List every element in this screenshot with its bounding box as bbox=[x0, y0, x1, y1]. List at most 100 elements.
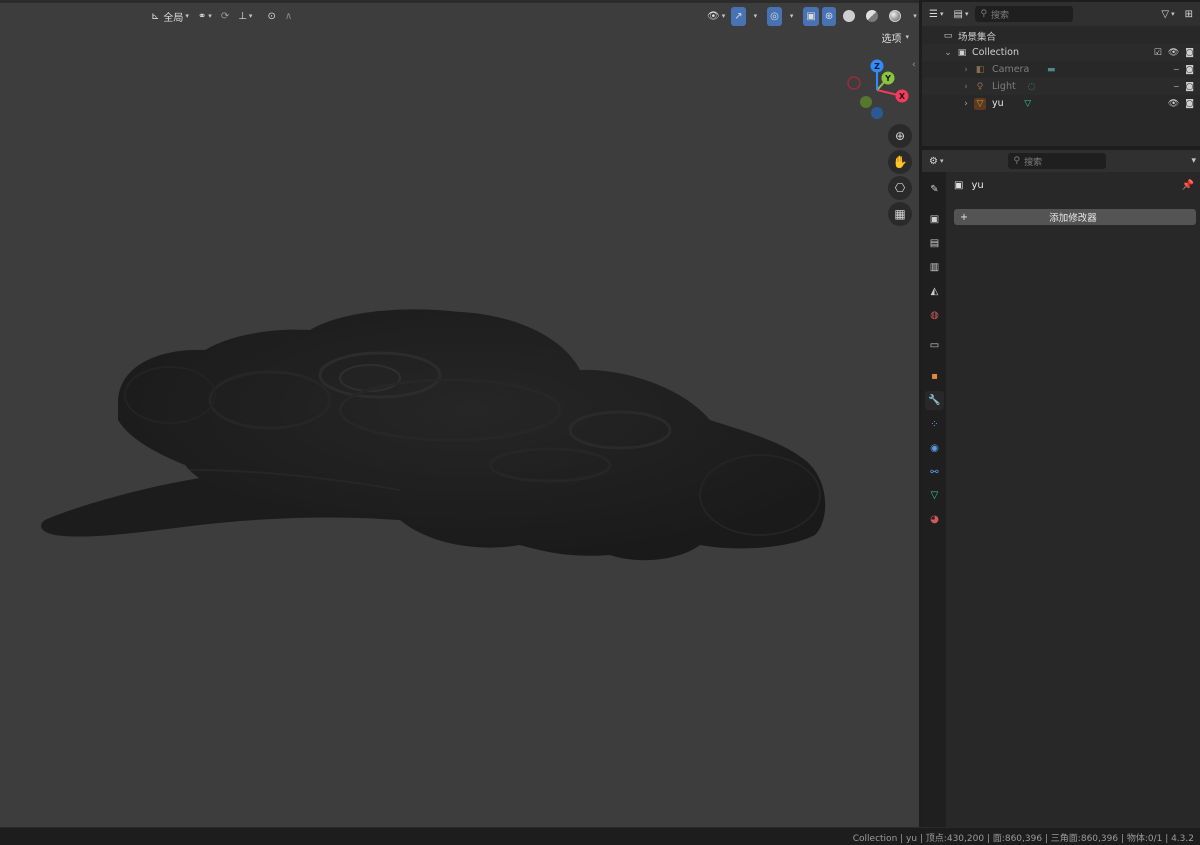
object-name-row: ▣ yu bbox=[954, 180, 984, 191]
object-square-icon: ▣ bbox=[954, 180, 964, 191]
checkbox-icon[interactable]: ☑ bbox=[1154, 48, 1162, 58]
chevron-right-icon[interactable]: › bbox=[960, 81, 972, 93]
blender-window: ⊾ 全局 ▾ ⚭ ▾ ⟳ ⊥ ▾ ⊙ ∧ 👁 ▾ ↗ ▾ ◎ ▾ ▣ ⊕ ▾ 选… bbox=[0, 0, 1200, 845]
tree-row-camera[interactable]: › ◧ Camera ▬ ⌣ ◙ bbox=[922, 61, 1200, 78]
properties-search-input[interactable]: ⚲ 搜索 bbox=[1008, 153, 1107, 169]
outliner-icon: ☰ bbox=[929, 8, 938, 20]
overlays-toggle[interactable]: ◎ bbox=[767, 6, 782, 26]
proportional-icon: ⊙ bbox=[267, 10, 276, 22]
scene-collection-label: 场景集合 bbox=[958, 31, 997, 43]
display-mode-dropdown[interactable]: ▤ ▾ bbox=[950, 5, 971, 24]
collection-toggles: ☑ 👁 ◙ bbox=[1154, 48, 1194, 58]
new-collection-button[interactable]: ⊞ bbox=[1182, 5, 1196, 24]
overlays-dropdown[interactable]: ▾ bbox=[785, 7, 797, 26]
chevron-down-icon[interactable]: ⌄ bbox=[942, 47, 954, 59]
outliner-search-input[interactable]: ⚲ 搜索 bbox=[975, 6, 1074, 22]
tree-row-scene-collection[interactable]: ▭ 场景集合 bbox=[922, 27, 1200, 44]
search-placeholder: 搜索 bbox=[1024, 157, 1043, 168]
plus-icon: + bbox=[960, 211, 968, 223]
collection-icon[interactable]: ▭ bbox=[925, 336, 944, 355]
shading-material-button[interactable] bbox=[862, 7, 882, 26]
render-camera-icon[interactable]: ◙ bbox=[1185, 65, 1194, 75]
neg-y-axis-icon[interactable] bbox=[860, 96, 872, 108]
particles-icon[interactable]: ⁘ bbox=[925, 415, 944, 434]
options-dropdown[interactable]: 选项 ▾ bbox=[877, 28, 913, 46]
pivot-point-dropdown[interactable]: ⚭ ▾ bbox=[195, 7, 215, 26]
chevron-down-icon[interactable]: ▾ bbox=[1191, 156, 1196, 166]
editor-type-dropdown[interactable]: ☰ ▾ bbox=[926, 5, 946, 24]
tool-icon[interactable]: ✎ bbox=[925, 180, 944, 199]
chevron-down-icon: ▾ bbox=[185, 12, 189, 20]
gizmo-toggle[interactable]: ↗ bbox=[731, 6, 746, 26]
editor-type-dropdown[interactable]: ⚙ ▾ bbox=[926, 152, 946, 171]
neg-x-axis-icon[interactable] bbox=[847, 76, 861, 90]
navigation-gizmo[interactable]: X Y Z bbox=[840, 56, 916, 126]
hidden-eye-icon[interactable]: ⌣ bbox=[1173, 82, 1179, 92]
status-bar: Collection | yu | 顶点:430,200 | 面:860,396… bbox=[0, 827, 1200, 845]
add-modifier-label: 添加修改器 bbox=[1049, 213, 1097, 224]
mesh-object-icon: ▽ bbox=[974, 97, 986, 110]
zoom-button[interactable]: ⊕ bbox=[888, 124, 912, 148]
shading-wireframe-button[interactable]: ⊕ bbox=[821, 6, 837, 26]
light-icon: ♀ bbox=[976, 81, 984, 92]
snap-target-dropdown[interactable]: ⊥ ▾ bbox=[235, 7, 255, 26]
tree-row-yu[interactable]: › ▽ yu ▽ 👁 ◙ bbox=[922, 95, 1200, 112]
xray-toggle[interactable]: ▣ bbox=[803, 6, 819, 26]
tree-row-collection[interactable]: ⌄ ▣ Collection ☑ 👁 ◙ bbox=[922, 44, 1200, 61]
eye-icon[interactable]: 👁 bbox=[1168, 99, 1179, 109]
neg-z-axis-icon[interactable] bbox=[871, 107, 883, 119]
shading-dropdown[interactable]: ▾ bbox=[908, 7, 919, 26]
hand-icon: ✋ bbox=[892, 155, 908, 169]
physics-icon[interactable]: ◉ bbox=[925, 439, 944, 458]
add-modifier-button[interactable]: + 添加修改器 bbox=[954, 209, 1196, 225]
chevron-down-icon: ▾ bbox=[753, 12, 758, 20]
data-icon[interactable]: ▽ bbox=[925, 486, 944, 505]
filter-dropdown[interactable]: ▽ ▾ bbox=[1158, 5, 1177, 24]
render-camera-icon[interactable]: ◙ bbox=[1185, 82, 1194, 92]
proportional-editing-toggle[interactable]: ⊙ bbox=[264, 7, 278, 26]
object-name: yu bbox=[971, 180, 984, 191]
properties-panel: ⚙ ▾ ⚲ 搜索 ▾ ✎ ▣ ▤ ▥ ◭ ◍ ▭ ▪ 🔧 ⁘ ◉ ⚯ ▽ ◕ ▣… bbox=[922, 150, 1200, 827]
visibility-dropdown[interactable]: 👁 ▾ bbox=[704, 7, 728, 26]
falloff-curve-icon: ∧ bbox=[284, 10, 293, 22]
chevron-down-icon: ▾ bbox=[208, 12, 212, 20]
falloff-dropdown[interactable]: ∧ bbox=[282, 7, 295, 26]
chevron-down-icon: ▾ bbox=[789, 12, 794, 20]
shading-rendered-button[interactable] bbox=[885, 7, 905, 26]
grid-perspective-icon: ▦ bbox=[894, 207, 906, 221]
perspective-toggle-button[interactable]: ▦ bbox=[888, 202, 912, 226]
output-icon[interactable]: ▤ bbox=[925, 234, 944, 253]
render-icon[interactable]: ▣ bbox=[925, 210, 944, 229]
pan-button[interactable]: ✋ bbox=[888, 150, 912, 174]
snap-toggle[interactable]: ⟳ bbox=[218, 7, 232, 26]
world-icon[interactable]: ◍ bbox=[925, 306, 944, 325]
shading-solid-button[interactable] bbox=[839, 7, 859, 26]
right-panels: ☰ ▾ ▤ ▾ ⚲ 搜索 ▽ ▾ ⊞ ▭ 场景集合 ⌄ ▣ Collection ☑ bbox=[920, 0, 1200, 827]
chevron-right-icon[interactable]: › bbox=[960, 64, 972, 76]
render-camera-icon[interactable]: ◙ bbox=[1185, 99, 1194, 109]
search-icon: ⚲ bbox=[1013, 156, 1021, 166]
chevron-down-icon: ▾ bbox=[905, 33, 909, 41]
collection-label: Collection bbox=[972, 47, 1019, 58]
light-label: Light bbox=[992, 81, 1016, 92]
modifier-properties: ▣ yu 📌 + 添加修改器 bbox=[946, 172, 1200, 827]
chevron-right-icon[interactable]: › bbox=[960, 98, 972, 110]
material-icon[interactable]: ◕ bbox=[925, 510, 944, 529]
tree-row-light[interactable]: › ♀ Light ◌ ⌣ ◙ bbox=[922, 78, 1200, 95]
cloud-mesh-object[interactable] bbox=[0, 0, 919, 827]
x-axis-label: X bbox=[899, 92, 906, 101]
object-icon[interactable]: ▪ bbox=[925, 367, 944, 386]
pin-icon[interactable]: 📌 bbox=[1182, 180, 1194, 191]
transform-orientation-dropdown[interactable]: ⊾ 全局 ▾ bbox=[148, 7, 192, 26]
eye-icon[interactable]: 👁 bbox=[1168, 48, 1179, 58]
chevron-down-icon: ▾ bbox=[964, 10, 969, 18]
view-layer-icon[interactable]: ▥ bbox=[925, 258, 944, 277]
modifier-icon[interactable]: 🔧 bbox=[925, 391, 944, 410]
render-camera-icon[interactable]: ◙ bbox=[1185, 48, 1194, 58]
hidden-eye-icon[interactable]: ⌣ bbox=[1173, 65, 1179, 75]
gizmo-dropdown[interactable]: ▾ bbox=[749, 7, 761, 26]
3d-viewport[interactable]: ⊾ 全局 ▾ ⚭ ▾ ⟳ ⊥ ▾ ⊙ ∧ 👁 ▾ ↗ ▾ ◎ ▾ ▣ ⊕ ▾ 选… bbox=[0, 0, 919, 827]
constraints-icon[interactable]: ⚯ bbox=[925, 463, 944, 482]
camera-view-button[interactable]: ⎔ bbox=[888, 176, 912, 200]
scene-icon[interactable]: ◭ bbox=[925, 282, 944, 301]
